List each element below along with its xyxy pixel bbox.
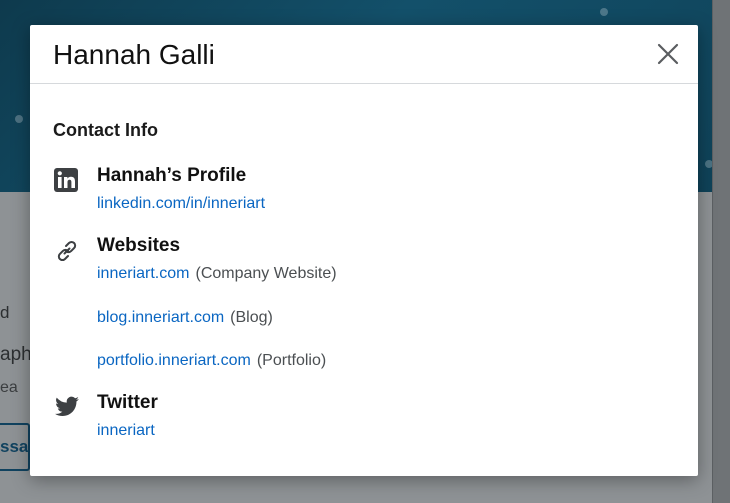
twitter-entry: Twitter inneriart <box>53 392 673 441</box>
modal-header: Hannah Galli <box>30 25 698 84</box>
profile-entry: Hannah’s Profile linkedin.com/in/inneria… <box>53 165 673 214</box>
websites-entry: Websites inneriart.com (Company Website) … <box>53 235 673 371</box>
link-icon <box>53 237 81 265</box>
blog-link[interactable]: blog.inneriart.com <box>97 309 224 326</box>
contact-info-modal: Hannah Galli Contact Info Hannah’s Profi… <box>30 25 698 476</box>
background-text: aph <box>0 344 30 365</box>
background-text: ea <box>0 379 18 396</box>
twitter-title: Twitter <box>97 392 158 413</box>
twitter-icon <box>53 394 81 422</box>
website-label: (Company Website) <box>195 265 337 282</box>
company-website-link[interactable]: inneriart.com <box>97 265 189 282</box>
background-dot <box>15 115 23 123</box>
modal-title: Hannah Galli <box>53 39 215 70</box>
website-row: blog.inneriart.com (Blog) <box>97 308 673 328</box>
background-message-button: ssag <box>0 423 30 471</box>
background-text: d <box>0 303 10 322</box>
websites-title: Websites <box>97 235 181 256</box>
close-button[interactable] <box>656 42 680 66</box>
website-row: inneriart.com (Company Website) <box>97 264 673 284</box>
portfolio-link[interactable]: portfolio.inneriart.com <box>97 352 251 369</box>
profile-title: Hannah’s Profile <box>97 165 247 186</box>
close-icon <box>657 43 679 65</box>
linkedin-icon <box>53 167 81 195</box>
page-scrollbar[interactable] <box>712 0 730 503</box>
modal-body: Contact Info Hannah’s Profile linkedin.c… <box>53 119 673 441</box>
website-label: (Portfolio) <box>256 352 327 369</box>
linkedin-profile-link[interactable]: linkedin.com/in/inneriart <box>97 195 265 212</box>
twitter-handle-link[interactable]: inneriart <box>97 422 155 439</box>
section-heading: Contact Info <box>53 120 158 140</box>
background-dot <box>600 8 608 16</box>
website-row: portfolio.inneriart.com (Portfolio) <box>97 351 673 371</box>
website-label: (Blog) <box>230 309 273 326</box>
